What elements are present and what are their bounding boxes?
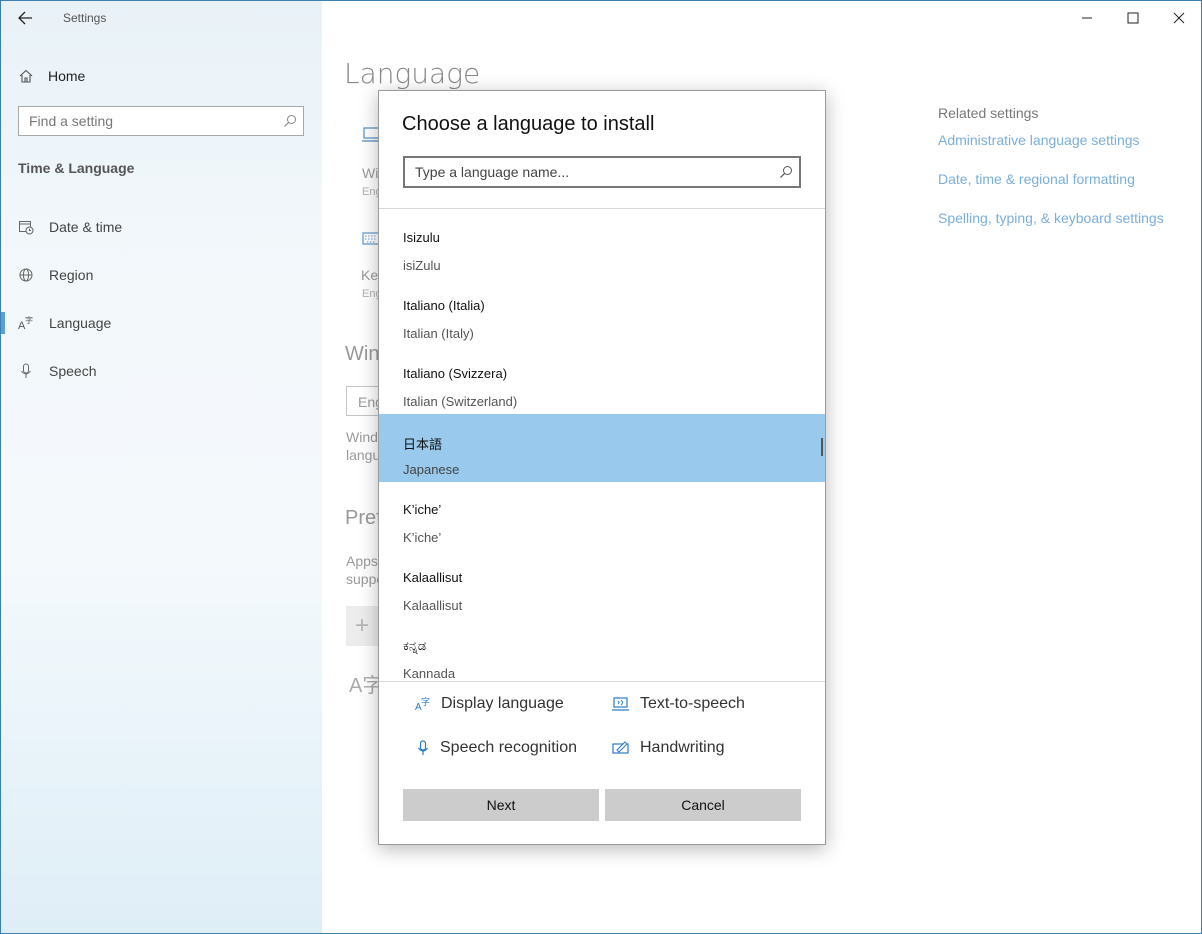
nav-home[interactable]: Home bbox=[18, 63, 85, 89]
display-language-label: Wi bbox=[362, 165, 379, 181]
sidebar-item-speech[interactable]: Speech bbox=[18, 356, 318, 386]
list-bottom-divider bbox=[379, 681, 825, 682]
globe-icon bbox=[19, 268, 33, 282]
language-native-name: Kalaallisut bbox=[403, 570, 463, 585]
minimize-icon bbox=[1082, 17, 1092, 19]
windows-display-heading: Win bbox=[345, 343, 380, 365]
list-top-divider bbox=[379, 208, 825, 209]
windows-desc-line1: Wind bbox=[346, 429, 378, 445]
find-setting-input[interactable] bbox=[19, 107, 279, 135]
apps-desc-line1: Apps bbox=[346, 553, 378, 569]
list-scrollbar-thumb[interactable] bbox=[821, 438, 823, 456]
sidebar-item-region[interactable]: Region bbox=[18, 260, 318, 290]
language-english-name: K’iche’ bbox=[403, 530, 442, 545]
link-administrative-language-settings[interactable]: Administrative language settings bbox=[938, 132, 1140, 148]
feature-display-language: A字 Display language bbox=[415, 695, 564, 713]
maximize-icon bbox=[1127, 12, 1139, 24]
language-item-kalaallisut[interactable]: Kalaallisut Kalaallisut bbox=[379, 550, 825, 618]
feature-label: Handwriting bbox=[640, 739, 725, 756]
link-date-time-regional-formatting[interactable]: Date, time & regional formatting bbox=[938, 171, 1135, 187]
microphone-icon bbox=[418, 740, 428, 755]
sidebar-item-label: Speech bbox=[49, 363, 97, 379]
language-english-name: Italian (Switzerland) bbox=[403, 394, 518, 409]
language-native-name: Italiano (Italia) bbox=[403, 298, 485, 313]
sidebar-item-label: Region bbox=[49, 267, 94, 283]
dialog-title: Choose a language to install bbox=[402, 113, 655, 135]
language-english-name: Japanese bbox=[403, 462, 460, 477]
preferred-languages-heading: Pref bbox=[345, 507, 382, 529]
related-settings-title: Related settings bbox=[938, 105, 1039, 121]
link-spelling-typing-keyboard-settings[interactable]: Spelling, typing, & keyboard settings bbox=[938, 210, 1164, 226]
next-button[interactable]: Next bbox=[403, 789, 599, 821]
section-title: Time & Language bbox=[18, 160, 135, 176]
close-icon bbox=[1173, 12, 1185, 24]
sidebar-item-language[interactable]: A字 Language bbox=[18, 308, 318, 338]
language-english-name: Italian (Italy) bbox=[403, 326, 474, 341]
back-arrow-icon bbox=[18, 11, 32, 25]
back-button[interactable] bbox=[13, 7, 39, 29]
sidebar-item-label: Date & time bbox=[49, 219, 123, 235]
language-native-name: 日本語 bbox=[403, 437, 443, 452]
language-item-kannada[interactable]: ಕನ್ನಡ Kannada bbox=[379, 618, 825, 681]
language-native-name: Isizulu bbox=[403, 230, 440, 245]
feature-speech-recognition: Speech recognition bbox=[416, 739, 577, 757]
language-item-kiche[interactable]: K’iche’ K’iche’ bbox=[379, 482, 825, 550]
nav-home-label: Home bbox=[48, 68, 86, 84]
language-english-name: Kalaallisut bbox=[403, 598, 463, 613]
svg-text:字: 字 bbox=[421, 696, 430, 708]
language-english-name: Kannada bbox=[403, 666, 456, 681]
handwriting-icon bbox=[612, 741, 629, 754]
feature-handwriting: Handwriting bbox=[612, 739, 724, 757]
sidebar: Settings Home Time & Language Date & tim… bbox=[1, 1, 322, 933]
choose-language-dialog: Choose a language to install Isizulu isi… bbox=[378, 90, 826, 845]
display-language-icon: A字 bbox=[415, 696, 430, 712]
language-native-name: K’iche’ bbox=[403, 502, 442, 517]
text-to-speech-icon bbox=[612, 697, 629, 711]
add-language-button[interactable]: + bbox=[346, 606, 380, 646]
feature-label: Text-to-speech bbox=[640, 695, 745, 712]
sidebar-item-label: Language bbox=[49, 315, 112, 331]
cancel-button[interactable]: Cancel bbox=[605, 789, 801, 821]
windows-desc-line2: langu bbox=[346, 447, 381, 463]
language-item-italian-italy[interactable]: Italiano (Italia) Italian (Italy) bbox=[379, 278, 825, 346]
minimize-button[interactable] bbox=[1075, 7, 1099, 29]
search-icon bbox=[284, 115, 296, 127]
language-search-box[interactable] bbox=[403, 156, 801, 188]
language-item-isizulu[interactable]: Isizulu isiZulu bbox=[379, 210, 825, 278]
maximize-button[interactable] bbox=[1121, 7, 1145, 29]
feature-label: Speech recognition bbox=[440, 739, 577, 756]
find-setting-search[interactable] bbox=[18, 106, 304, 136]
language-native-name: Italiano (Svizzera) bbox=[403, 366, 508, 381]
app-title: Settings bbox=[63, 11, 107, 25]
language-item-italian-switzerland[interactable]: Italiano (Svizzera) Italian (Switzerland… bbox=[379, 346, 825, 414]
feature-label: Display language bbox=[441, 695, 564, 712]
language-icon: A字 bbox=[18, 315, 33, 331]
feature-text-to-speech: Text-to-speech bbox=[612, 695, 745, 713]
language-english-name: isiZulu bbox=[403, 258, 441, 273]
language-search-input[interactable] bbox=[405, 158, 765, 186]
svg-text:字: 字 bbox=[25, 315, 33, 325]
language-native-name: ಕನ್ನಡ bbox=[403, 638, 427, 653]
settings-window: Settings Home Time & Language Date & tim… bbox=[0, 0, 1202, 934]
page-title: Language bbox=[344, 57, 481, 90]
plus-icon: + bbox=[355, 612, 370, 639]
active-indicator bbox=[1, 312, 5, 334]
close-button[interactable] bbox=[1167, 7, 1191, 29]
language-item-japanese[interactable]: 日本語 Japanese bbox=[379, 414, 825, 482]
calendar-clock-icon bbox=[19, 221, 34, 235]
sidebar-item-date-time[interactable]: Date & time bbox=[18, 212, 318, 242]
home-icon bbox=[19, 69, 33, 83]
microphone-icon bbox=[21, 363, 31, 378]
language-list: Isizulu isiZulu Italiano (Italia) Italia… bbox=[379, 210, 825, 681]
search-icon bbox=[780, 166, 792, 178]
